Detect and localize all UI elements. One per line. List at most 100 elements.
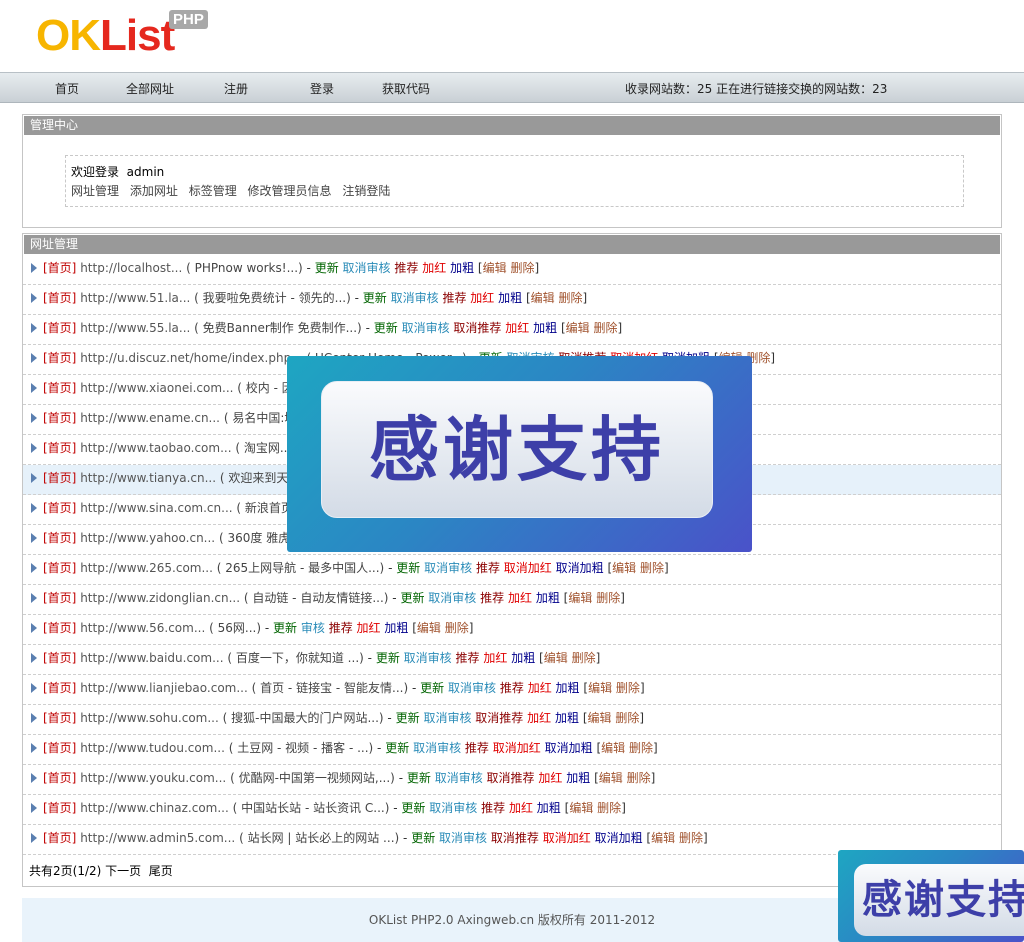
row-edit-link[interactable]: 编辑 [417,621,441,635]
row-home-link[interactable]: [首页] [43,321,76,335]
row-action[interactable]: 审核 [301,621,325,635]
row-delete-link[interactable]: 删除 [596,591,620,605]
row-action[interactable]: 更新 [376,651,400,665]
row-url-link[interactable]: http://www.zidonglian.cn... [80,591,240,605]
row-action[interactable]: 推荐 [481,801,505,815]
row-url-link[interactable]: http://www.admin5.com... [80,831,235,845]
row-action[interactable]: 取消审核 [429,801,477,815]
row-action[interactable]: 加红 [508,591,532,605]
row-action[interactable]: 取消加红 [493,741,541,755]
row-delete-link[interactable]: 删除 [593,321,617,335]
row-url-link[interactable]: http://localhost... [80,261,182,275]
row-action[interactable]: 加红 [357,621,381,635]
row-action[interactable]: 更新 [363,291,387,305]
row-action[interactable]: 取消审核 [424,561,472,575]
row-edit-link[interactable]: 编辑 [483,261,507,275]
row-action[interactable]: 取消加红 [504,561,552,575]
row-action[interactable]: 加粗 [566,771,590,785]
row-home-link[interactable]: [首页] [43,471,76,485]
row-action[interactable]: 取消审核 [448,681,496,695]
row-home-link[interactable]: [首页] [43,261,76,275]
row-action[interactable]: 取消审核 [402,321,450,335]
row-edit-link[interactable]: 编辑 [566,321,590,335]
row-edit-link[interactable]: 编辑 [651,831,675,845]
row-action[interactable]: 推荐 [394,261,418,275]
row-url-link[interactable]: http://www.sina.com.cn... [80,501,232,515]
row-action[interactable]: 更新 [407,771,431,785]
nav-get-code[interactable]: 获取代码 [382,80,430,97]
row-action[interactable]: 加粗 [555,711,579,725]
row-home-link[interactable]: [首页] [43,561,76,575]
row-action[interactable]: 更新 [374,321,398,335]
admin-link-edit-admin[interactable]: 修改管理员信息 [248,184,332,198]
row-action[interactable]: 加红 [470,291,494,305]
admin-link-add-url[interactable]: 添加网址 [130,184,178,198]
row-url-link[interactable]: http://www.tianya.cn... [80,471,216,485]
row-home-link[interactable]: [首页] [43,531,76,545]
row-edit-link[interactable]: 编辑 [569,801,593,815]
row-action[interactable]: 取消加红 [543,831,591,845]
row-home-link[interactable]: [首页] [43,831,76,845]
row-url-link[interactable]: http://www.youku.com... [80,771,226,785]
row-action[interactable]: 取消审核 [423,711,471,725]
row-url-link[interactable]: http://www.56.com... [80,621,205,635]
row-action[interactable]: 加红 [505,321,529,335]
row-action[interactable]: 更新 [396,561,420,575]
row-home-link[interactable]: [首页] [43,381,76,395]
row-action[interactable]: 取消加粗 [545,741,593,755]
row-action[interactable]: 取消审核 [343,261,391,275]
nav-home[interactable]: 首页 [55,80,79,97]
row-action[interactable]: 加粗 [536,591,560,605]
row-edit-link[interactable]: 编辑 [588,681,612,695]
row-delete-link[interactable]: 删除 [679,831,703,845]
row-action[interactable]: 推荐 [456,651,480,665]
row-action[interactable]: 更新 [420,681,444,695]
row-action[interactable]: 加粗 [498,291,522,305]
row-edit-link[interactable]: 编辑 [599,771,623,785]
row-url-link[interactable]: http://www.tudou.com... [80,741,225,755]
pager-last[interactable]: 尾页 [149,864,173,878]
row-delete-link[interactable]: 删除 [445,621,469,635]
row-edit-link[interactable]: 编辑 [531,291,555,305]
row-action[interactable]: 更新 [411,831,435,845]
row-action[interactable]: 更新 [400,591,424,605]
row-action[interactable]: 推荐 [442,291,466,305]
row-url-link[interactable]: http://www.51.la... [80,291,190,305]
row-delete-link[interactable]: 删除 [629,741,653,755]
row-action[interactable]: 更新 [385,741,409,755]
row-url-link[interactable]: http://www.265.com... [80,561,213,575]
nav-login[interactable]: 登录 [310,80,334,97]
row-action[interactable]: 加红 [538,771,562,785]
thanks-overlay[interactable]: 感谢支持 [287,356,752,552]
row-delete-link[interactable]: 删除 [510,261,534,275]
row-edit-link[interactable]: 编辑 [601,741,625,755]
row-action[interactable]: 加红 [483,651,507,665]
row-action[interactable]: 更新 [396,711,420,725]
row-edit-link[interactable]: 编辑 [544,651,568,665]
row-url-link[interactable]: http://u.discuz.net/home/index.php... [80,351,302,365]
row-action[interactable]: 推荐 [480,591,504,605]
nav-all-urls[interactable]: 全部网址 [126,80,174,97]
row-home-link[interactable]: [首页] [43,591,76,605]
row-action[interactable]: 取消审核 [435,771,483,785]
row-action[interactable]: 推荐 [329,621,353,635]
row-edit-link[interactable]: 编辑 [588,711,612,725]
row-action[interactable]: 推荐 [476,561,500,575]
row-action[interactable]: 加红 [527,711,551,725]
row-action[interactable]: 加红 [528,681,552,695]
row-action[interactable]: 推荐 [500,681,524,695]
row-action[interactable]: 取消加粗 [595,831,643,845]
row-action[interactable]: 加粗 [533,321,557,335]
row-url-link[interactable]: http://www.xiaonei.com... [80,381,233,395]
row-action[interactable]: 加粗 [537,801,561,815]
row-delete-link[interactable]: 删除 [616,681,640,695]
row-action[interactable]: 推荐 [465,741,489,755]
row-home-link[interactable]: [首页] [43,351,76,365]
row-action[interactable]: 加粗 [450,261,474,275]
row-delete-link[interactable]: 删除 [615,711,639,725]
row-url-link[interactable]: http://www.taobao.com... [80,441,231,455]
row-action[interactable]: 加粗 [384,621,408,635]
row-home-link[interactable]: [首页] [43,681,76,695]
row-action[interactable]: 取消审核 [428,591,476,605]
row-url-link[interactable]: http://www.chinaz.com... [80,801,229,815]
